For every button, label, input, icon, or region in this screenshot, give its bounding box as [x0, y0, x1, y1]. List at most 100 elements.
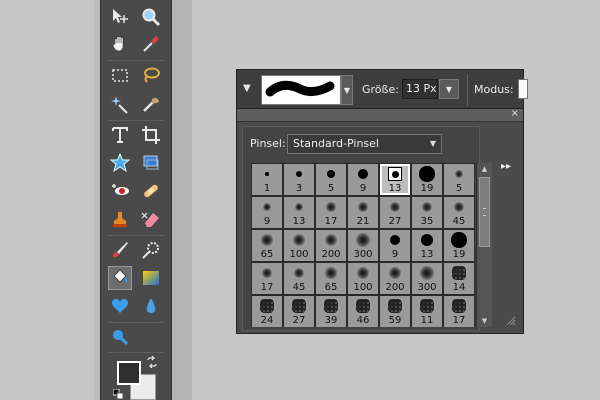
brush-tip-cell[interactable]: 100 — [284, 230, 314, 261]
crop-icon[interactable] — [140, 124, 162, 146]
scroll-up-icon[interactable]: ▲ — [477, 163, 492, 175]
straighten-icon[interactable] — [140, 152, 162, 174]
brush-tip-cell[interactable]: 65 — [252, 230, 282, 261]
brush-tip-preview-icon — [326, 202, 336, 212]
brush-tip-cell[interactable]: 13 — [412, 230, 442, 261]
sponge-icon[interactable] — [109, 326, 131, 348]
hand-icon[interactable] — [109, 33, 131, 55]
clone-stamp-icon[interactable] — [109, 208, 131, 230]
brush-tip-cell[interactable]: 13 — [380, 164, 410, 195]
foreground-color-swatch[interactable] — [117, 361, 141, 385]
brush-tip-cell[interactable]: 19 — [412, 164, 442, 195]
brush-size-label: 45 — [452, 216, 466, 227]
brush-tip-preview-icon — [262, 202, 272, 212]
brush-tip-cell[interactable]: 300 — [412, 263, 442, 294]
toolbox-separator — [108, 352, 164, 353]
brush-tip-cell[interactable]: 45 — [284, 263, 314, 294]
toolbox-separator — [108, 322, 164, 323]
brush-tip-cell[interactable]: 3 — [284, 164, 314, 195]
smart-brush-icon[interactable] — [140, 239, 162, 261]
brush-tip-cell[interactable]: 17 — [316, 197, 346, 228]
brush-tip-cell[interactable]: 24 — [252, 296, 282, 327]
brush-tip-preview-icon — [356, 299, 370, 313]
brush-tip-cell[interactable]: 59 — [380, 296, 410, 327]
marquee-icon[interactable] — [109, 64, 131, 86]
red-eye-icon[interactable] — [109, 180, 131, 202]
panel-menu-icon[interactable]: ▸▸ — [501, 161, 511, 172]
brush-size-label: 11 — [420, 315, 434, 326]
custom-shape-icon[interactable] — [109, 295, 131, 317]
size-dropdown[interactable]: ▼ — [439, 79, 459, 99]
brush-tip-cell[interactable]: 5 — [316, 164, 346, 195]
lasso-icon[interactable] — [140, 64, 162, 86]
brush-tip-cell[interactable]: 200 — [380, 263, 410, 294]
brush-tip-cell[interactable]: 19 — [444, 230, 474, 261]
blur-icon[interactable] — [140, 295, 162, 317]
chevron-down-icon: ▼ — [429, 139, 436, 148]
quick-selection-icon[interactable] — [140, 93, 162, 115]
panel-titlebar[interactable]: × — [237, 108, 523, 122]
brush-tip-cell[interactable]: 21 — [348, 197, 378, 228]
brush-size-label: 13 — [420, 249, 434, 260]
brush-preview[interactable] — [261, 75, 341, 105]
move-icon[interactable] — [109, 6, 131, 28]
brush-tip-preview-icon — [388, 266, 402, 280]
brush-tip-cell[interactable]: 17 — [252, 263, 282, 294]
healing-brush-icon[interactable] — [140, 180, 162, 202]
brush-tip-cell[interactable]: 9 — [252, 197, 282, 228]
scroll-thumb[interactable] — [479, 177, 490, 247]
brush-tip-cell[interactable]: 9 — [380, 230, 410, 261]
scroll-down-icon[interactable]: ▼ — [477, 315, 492, 327]
brush-tip-preview-icon — [455, 170, 463, 178]
brush-grid-scrollbar[interactable]: ▲ ▼ — [476, 163, 492, 327]
brush-size-label: 19 — [420, 183, 434, 194]
gradient-icon[interactable] — [140, 267, 162, 289]
brush-tip-cell[interactable]: 39 — [316, 296, 346, 327]
brush-tip-cell[interactable]: 11 — [412, 296, 442, 327]
tool-options-bar: ▼ ▼ Größe: 13 Px ▼ Modus: — [236, 69, 528, 109]
brush-tip-cell[interactable]: 17 — [444, 296, 474, 327]
brush-set-select[interactable]: Standard-Pinsel ▼ — [287, 134, 442, 154]
brush-tip-cell[interactable]: 200 — [316, 230, 346, 261]
brush-tip-cell[interactable]: 5 — [444, 164, 474, 195]
brush-tip-cell[interactable]: 300 — [348, 230, 378, 261]
brush-tip-cell[interactable]: 27 — [380, 197, 410, 228]
size-input[interactable]: 13 Px — [402, 79, 438, 99]
eraser-icon[interactable] — [140, 208, 162, 230]
brush-icon[interactable] — [109, 239, 131, 261]
brush-tip-cell[interactable]: 46 — [348, 296, 378, 327]
brush-size-label: 13 — [388, 183, 402, 194]
brush-size-label: 17 — [452, 315, 466, 326]
magic-wand-icon[interactable] — [109, 93, 131, 115]
brush-size-label: 300 — [417, 282, 437, 293]
brush-tip-cell[interactable]: 35 — [412, 197, 442, 228]
brush-tip-cell[interactable]: 13 — [284, 197, 314, 228]
brush-size-label: 59 — [388, 315, 402, 326]
paint-bucket-icon[interactable] — [108, 266, 132, 290]
mode-select[interactable] — [518, 79, 528, 99]
brush-tip-cell[interactable]: 65 — [316, 263, 346, 294]
options-menu-arrow-icon[interactable]: ▼ — [243, 84, 253, 94]
brush-tip-preview-icon — [260, 299, 274, 313]
zoom-icon[interactable] — [140, 6, 162, 28]
brush-tip-cell[interactable]: 45 — [444, 197, 474, 228]
brush-tip-cell[interactable]: 1 — [252, 164, 282, 195]
brush-tip-preview-icon — [356, 233, 370, 247]
brush-size-label: 35 — [420, 216, 434, 227]
brush-size-label: 9 — [359, 183, 367, 194]
resize-grip-icon[interactable] — [505, 315, 517, 327]
eyedropper-icon[interactable] — [140, 33, 162, 55]
brush-tip-cell[interactable]: 9 — [348, 164, 378, 195]
brush-tip-cell[interactable]: 27 — [284, 296, 314, 327]
brush-tip-cell[interactable]: 100 — [348, 263, 378, 294]
cookie-cutter-icon[interactable] — [109, 152, 131, 174]
options-divider — [467, 74, 468, 106]
close-icon[interactable]: × — [511, 108, 519, 120]
swap-colors-icon[interactable] — [146, 356, 158, 368]
text-icon[interactable] — [109, 124, 131, 146]
brush-picker-dropdown[interactable]: ▼ — [341, 75, 353, 105]
brush-size-label: 45 — [292, 282, 306, 293]
brush-size-label: 65 — [260, 249, 274, 260]
default-colors-icon[interactable] — [113, 389, 123, 399]
brush-tip-cell[interactable]: 14 — [444, 263, 474, 294]
